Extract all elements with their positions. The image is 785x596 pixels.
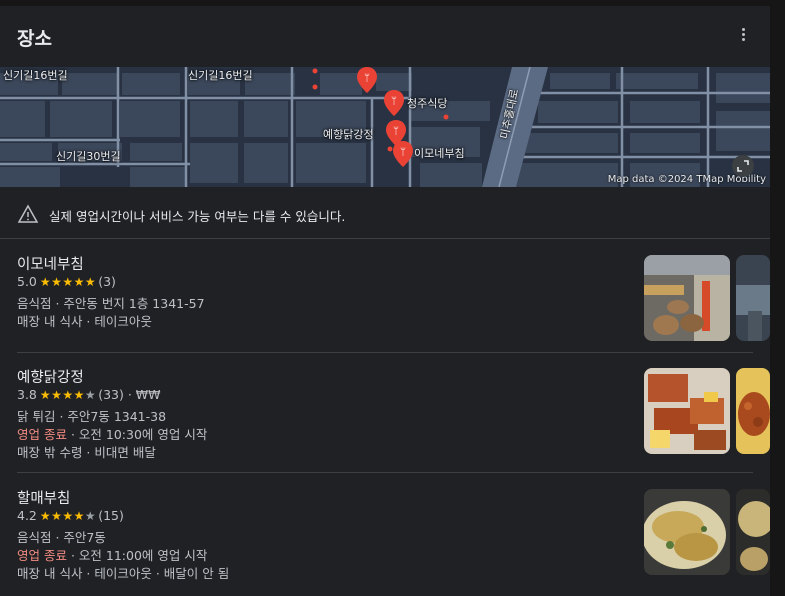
place-photo[interactable] [736,255,770,341]
place-hours: 영업 종료 · 오전 11:00에 영업 시작 [17,545,207,564]
places-panel: 장소 ᛘ ᛘ ᛘ ᛘ 신기길16번길 신기길16번길 신기길30번길 청주식당 … [0,6,770,596]
divider [17,472,753,473]
map-place-label: 예향닭강정 [323,128,374,141]
place-rating: 3.8 ★★★★★ (33) · ₩₩ [17,387,161,402]
map-place-label: 이모네부침 [414,147,465,160]
place-photo[interactable] [644,255,730,341]
review-count: (3) [98,274,116,289]
map-graphic [0,67,770,187]
map-street-label: 신기길16번길 [3,69,68,82]
place-rating: 5.0 ★★★★★ (3) [17,274,116,289]
review-count: (33) [98,387,124,402]
place-services: 매장 내 식사 · 테이크아웃 · 배달이 안 됨 [17,566,230,581]
place-category-address: 음식점 · 주안동 번지 1층 1341-57 [17,296,205,311]
place-category-address: 음식점 · 주안7동 [17,530,106,545]
more-options-icon[interactable] [734,26,752,44]
warning-icon [17,204,39,223]
place-name: 할매부침 [17,491,71,507]
place-services: 매장 밖 수령 · 비대면 배달 [17,445,156,460]
star-rating-icon: ★★★★★ [39,275,97,289]
hours-notice: 실제 영업시간이나 서비스 가능 여부는 다를 수 있습니다. [0,187,770,239]
rating-value: 5.0 [17,274,37,289]
notice-text: 실제 영업시간이나 서비스 가능 여부는 다를 수 있습니다. [49,209,346,224]
rating-value: 3.8 [17,387,37,402]
place-photo[interactable] [644,368,730,454]
place-hours: 영업 종료 · 오전 10:30에 영업 시작 [17,424,207,443]
place-photo[interactable] [644,489,730,575]
place-item[interactable]: 할매부침 4.2 ★★★★★ (15) 음식점 · 주안7동 영업 종료 · 오전 … [0,487,770,596]
place-category-address: 닭 튀김 · 주안7동 1341-38 [17,409,167,424]
place-services: 매장 내 식사 · 테이크아웃 [17,314,152,329]
map-street-label: 신기길30번길 [56,150,121,163]
svg-text:ᛘ: ᛘ [391,96,397,107]
svg-text:ᛘ: ᛘ [364,73,370,84]
divider [17,352,753,353]
place-photo[interactable] [736,368,770,454]
place-name: 이모네부침 [17,257,84,273]
price-level: ₩₩ [135,387,161,402]
svg-text:ᛘ: ᛘ [393,126,399,137]
expand-map-icon[interactable] [732,155,754,177]
rating-value: 4.2 [17,508,37,523]
review-count: (15) [98,508,124,523]
map-view[interactable]: ᛘ ᛘ ᛘ ᛘ 신기길16번길 신기길16번길 신기길30번길 청주식당 예향닭… [0,67,770,187]
place-photo[interactable] [736,489,770,575]
map-pin-icon[interactable]: ᛘ [393,141,413,167]
opening-time: · 오전 10:30에 영업 시작 [70,427,208,442]
svg-text:ᛘ: ᛘ [400,147,406,158]
map-place-label: 청주식당 [407,97,448,110]
place-name: 예향닭강정 [17,370,84,386]
map-pin-icon[interactable]: ᛘ [357,67,377,93]
panel-header: 장소 [0,6,770,66]
opening-time: · 오전 11:00에 영업 시작 [70,548,208,563]
panel-title: 장소 [17,28,52,50]
map-pin-icon[interactable]: ᛘ [384,90,404,116]
star-rating-icon: ★★★★★ [39,509,97,523]
status-closed: 영업 종료 [17,548,67,563]
star-rating-icon: ★★★★★ [39,388,97,402]
map-street-label: 신기길16번길 [188,69,253,82]
place-item[interactable]: 이모네부침 5.0 ★★★★★ (3) 음식점 · 주안동 번지 1층 1341-5… [0,253,770,368]
place-rating: 4.2 ★★★★★ (15) [17,508,124,523]
status-closed: 영업 종료 [17,427,67,442]
place-item[interactable]: 예향닭강정 3.8 ★★★★★ (33) · ₩₩ 닭 튀김 · 주안7동 1341… [0,366,770,481]
